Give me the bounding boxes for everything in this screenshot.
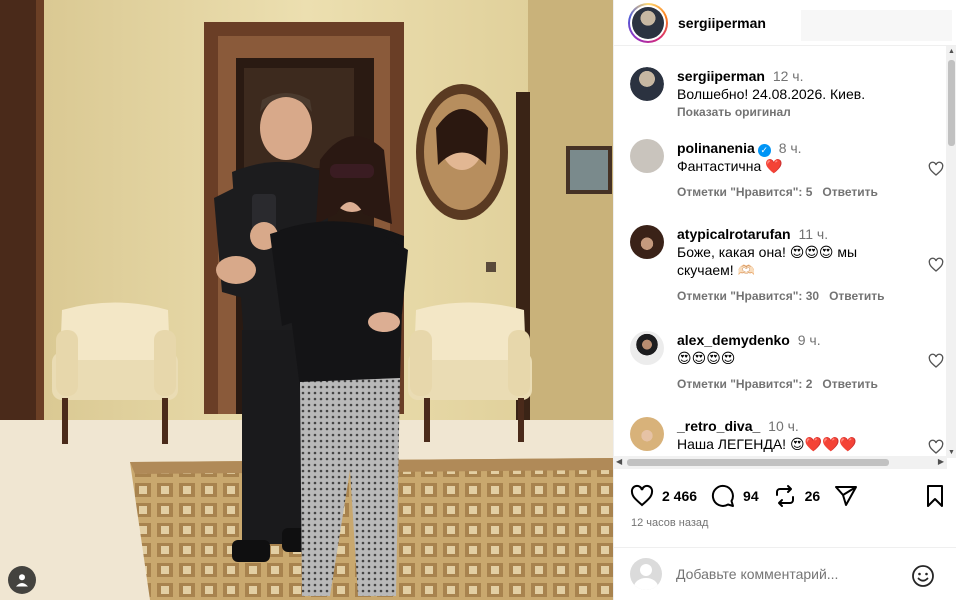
caption: sergiiperman 12 ч. Волшебно! 24.08.2026.…: [630, 67, 944, 123]
comment-likes[interactable]: Отметки "Нравится": 30: [677, 287, 819, 305]
comment-item: _retro_diva_ 10 ч. Наша ЛЕГЕНДА! 😍❤️❤️❤️: [630, 417, 944, 458]
comment-avatar[interactable]: [630, 331, 664, 365]
scroll-down-arrow-icon[interactable]: ▼: [948, 449, 955, 456]
add-comment-input[interactable]: [676, 566, 876, 582]
verified-badge-icon: ✓: [757, 144, 771, 157]
comment-username[interactable]: alex_demydenko: [677, 332, 790, 348]
user-tag-button[interactable]: [8, 566, 36, 594]
bookmark-icon[interactable]: [924, 484, 946, 508]
reply-button[interactable]: Ответить: [829, 287, 884, 305]
comment-likes[interactable]: Отметки "Нравится": 5: [677, 183, 812, 201]
comment-like-icon[interactable]: [928, 257, 944, 273]
post-panel: sergiiperman sergiiperman 12 ч. Волшебно…: [613, 0, 956, 600]
reply-button[interactable]: Ответить: [822, 183, 877, 201]
repost-button[interactable]: 26: [773, 484, 821, 508]
comments-vertical-scrollbar[interactable]: ▲ ▼: [946, 46, 956, 458]
scroll-up-arrow-icon[interactable]: ▲: [948, 48, 955, 55]
post-timestamp: 12 часов назад: [631, 517, 709, 529]
author-username[interactable]: sergiiperman: [678, 15, 766, 31]
comment-text: Боже, какая она! 😍😍😍 мы скучаем! 🫶🏻: [677, 244, 858, 278]
comment-text: Фантастична ❤️: [677, 158, 783, 174]
caption-username[interactable]: sergiiperman: [677, 68, 765, 84]
comment-avatar[interactable]: [630, 139, 664, 173]
repost-icon: [775, 485, 794, 507]
scrollbar-thumb[interactable]: [627, 459, 889, 466]
comment-username[interactable]: _retro_diva_: [677, 418, 760, 434]
comments-horizontal-scrollbar[interactable]: ◀ ▶: [614, 456, 947, 469]
likes-count: 2 466: [662, 488, 698, 504]
user-tag-icon: [16, 574, 28, 587]
send-icon: [835, 486, 858, 506]
comment-item: polinanenia ✓ 8 ч. Фантастична ❤️ Отметки…: [630, 139, 944, 209]
post-photo[interactable]: [0, 0, 613, 600]
comment-time: 10 ч.: [768, 418, 799, 434]
comment-time: 8 ч.: [778, 140, 802, 156]
comment-text: 😍😍😍😍: [677, 350, 736, 366]
post-actions: 2 466 94 26: [630, 481, 946, 511]
scrollbar-thumb[interactable]: [948, 60, 955, 146]
comment-item: atypicalrotarufan 11 ч. Боже, какая она!…: [630, 225, 944, 311]
photo-illustration: [0, 0, 613, 600]
author-avatar[interactable]: [628, 2, 668, 43]
comment-like-icon[interactable]: [928, 161, 944, 177]
comment-item: alex_demydenko 9 ч. 😍😍😍😍 Отметки "Нравит…: [630, 331, 944, 401]
post-header: sergiiperman: [614, 0, 956, 46]
heart-icon: [630, 484, 654, 507]
share-button[interactable]: [834, 484, 866, 508]
comment-time: 11 ч.: [798, 226, 829, 242]
header-blank-area: [801, 10, 952, 41]
comment-like-icon[interactable]: [928, 353, 944, 369]
comments-list: sergiiperman 12 ч. Волшебно! 24.08.2026.…: [614, 55, 947, 458]
comment-avatar[interactable]: [630, 417, 664, 451]
reply-button[interactable]: Ответить: [822, 375, 877, 393]
reposts-count: 26: [804, 488, 821, 504]
caption-text: Волшебно! 24.08.2026. Киев.: [677, 86, 866, 102]
current-user-avatar: [630, 558, 662, 590]
comment-avatar[interactable]: [630, 225, 664, 259]
show-original-link[interactable]: Показать оригинал: [677, 103, 907, 121]
comment-button[interactable]: 94: [711, 484, 759, 508]
like-button[interactable]: 2 466: [630, 484, 697, 508]
comment-username[interactable]: atypicalrotarufan: [677, 226, 791, 242]
caption-avatar[interactable]: [630, 67, 664, 101]
comment-time: 9 ч.: [797, 332, 821, 348]
scroll-right-arrow-icon[interactable]: ▶: [938, 457, 944, 466]
caption-time: 12 ч.: [772, 68, 804, 84]
comment-like-icon[interactable]: [928, 439, 944, 455]
scroll-left-arrow-icon[interactable]: ◀: [616, 457, 622, 466]
comment-username[interactable]: polinanenia: [677, 140, 755, 156]
comment-text: Наша ЛЕГЕНДА! 😍❤️❤️❤️: [677, 436, 857, 452]
add-comment-bar: [614, 547, 956, 600]
emoji-icon[interactable]: [911, 564, 935, 588]
comments-count: 94: [743, 488, 759, 504]
comment-likes[interactable]: Отметки "Нравится": 2: [677, 375, 812, 393]
comment-icon: [711, 484, 735, 507]
